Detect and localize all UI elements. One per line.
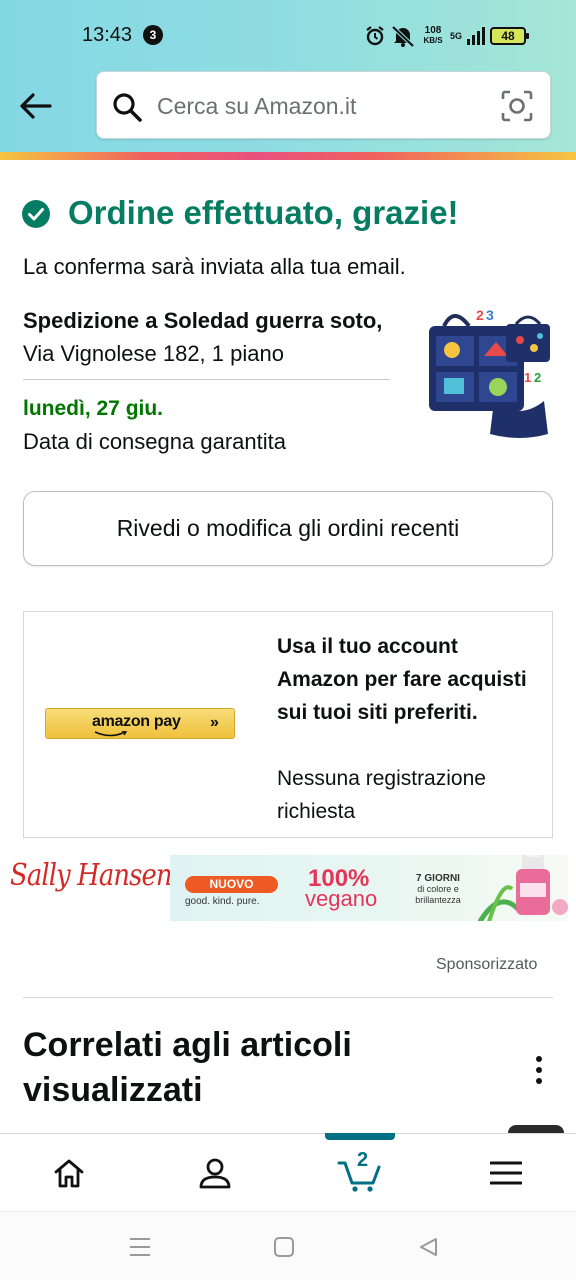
speed-value: 108 (424, 25, 442, 36)
recent-apps-icon (130, 1238, 150, 1256)
status-time: 13:43 (82, 24, 133, 46)
header-accent-stripe (0, 152, 576, 160)
cart-count-badge: 2 (357, 1149, 369, 1171)
search-input[interactable] (157, 86, 487, 126)
home-system-button[interactable] (269, 1232, 299, 1262)
svg-text:3: 3 (486, 307, 494, 323)
ship-address: Via Vignolese 182, 1 piano (23, 341, 284, 366)
shipping-address: Spedizione a Soledad guerra soto, Via Vi… (23, 304, 393, 370)
divider (23, 379, 390, 380)
delivery-note: Data di consegna garantita (23, 429, 286, 454)
network-speed: 108 KB/S (420, 26, 446, 46)
signal-icon (467, 27, 486, 45)
svg-text:1: 1 (524, 370, 531, 385)
battery-icon: 48 (490, 27, 530, 45)
recent-apps-button[interactable] (125, 1232, 155, 1262)
chevron-right-icon: » (210, 714, 219, 731)
sponsored-banner[interactable]: NUOVO good. kind. pure. 100% vegano 7 GI… (170, 855, 568, 921)
svg-text:2: 2 (534, 370, 541, 385)
product-thumbnail[interactable]: 2 3 1 2 (424, 306, 554, 442)
amazon-pay-subtitle: Nessuna registrazione richiesta (277, 767, 486, 823)
dot (536, 1067, 542, 1073)
ad-brand-logo[interactable]: Sally Hansen. (10, 858, 180, 893)
notification-count-badge: 3 (143, 25, 163, 45)
back-arrow-icon (20, 93, 52, 119)
ad-vegan: vegano (305, 886, 378, 911)
ad-days-title: 7 GIORNI (416, 873, 460, 884)
camera-icon[interactable] (500, 89, 534, 123)
back-system-button[interactable] (413, 1232, 443, 1262)
user-icon (199, 1158, 231, 1189)
system-navigation-bar (0, 1211, 576, 1280)
search-icon (113, 93, 142, 122)
amazon-pay-headline: Usa il tuo account Amazon per fare acqui… (277, 635, 527, 724)
nail-polish-product-image (478, 855, 568, 921)
speed-unit: KB/S (423, 36, 443, 45)
hamburger-menu-icon (490, 1161, 522, 1185)
amazon-pay-card: amazon pay » Usa il tuo account Amazon p… (23, 611, 553, 838)
nav-account[interactable] (175, 1134, 255, 1212)
divider (23, 997, 553, 998)
ship-label: Spedizione a Soledad guerra soto, (23, 308, 383, 333)
back-triangle-icon (420, 1238, 437, 1256)
mute-icon (391, 25, 415, 47)
review-orders-button[interactable]: Rivedi o modifica gli ordini recenti (23, 491, 553, 566)
ad-new-badge: NUOVO (185, 876, 278, 893)
dot (536, 1056, 542, 1062)
ad-days-text: di colore e brillantezza (415, 884, 461, 905)
sponsored-label[interactable]: Sponsorizzato (436, 956, 537, 974)
confirmation-subtitle: La conferma sarà inviata alla tua email. (23, 254, 406, 279)
bottom-navigation: 2 (0, 1133, 576, 1211)
nav-cart[interactable] (320, 1134, 400, 1212)
header: 13:43 3 108 KB/S 5G 48 Cerca su Amazon.i… (0, 0, 576, 154)
nav-menu[interactable] (466, 1134, 546, 1212)
ad-days: 7 GIORNI di colore e brillantezza (403, 873, 473, 906)
status-icons: 108 KB/S 5G 48 (364, 22, 530, 50)
dot (536, 1078, 542, 1084)
back-button[interactable] (14, 84, 58, 128)
check-circle-icon (22, 200, 50, 228)
amazon-smile-icon (94, 731, 128, 737)
home-icon (54, 1159, 84, 1188)
amazon-pay-logo: amazon pay (92, 713, 181, 730)
ad-tagline: good. kind. pure. (185, 896, 260, 907)
amazon-pay-button[interactable]: amazon pay » (45, 708, 235, 739)
search-bar[interactable] (96, 71, 551, 139)
square-icon (274, 1237, 294, 1257)
confirmation-title: Ordine effettuato, grazie! (68, 194, 459, 231)
related-section-title: Correlati agli articoli visualizzati (23, 1026, 352, 1109)
svg-text:2: 2 (476, 307, 484, 323)
alarm-icon (366, 26, 384, 46)
network-type: 5G (450, 30, 463, 41)
more-options-button[interactable] (524, 1052, 554, 1088)
nav-home[interactable] (29, 1134, 109, 1212)
status-bar: 13:43 3 108 KB/S 5G 48 (0, 14, 576, 58)
delivery-date: lunedì, 27 giu. (23, 397, 164, 420)
